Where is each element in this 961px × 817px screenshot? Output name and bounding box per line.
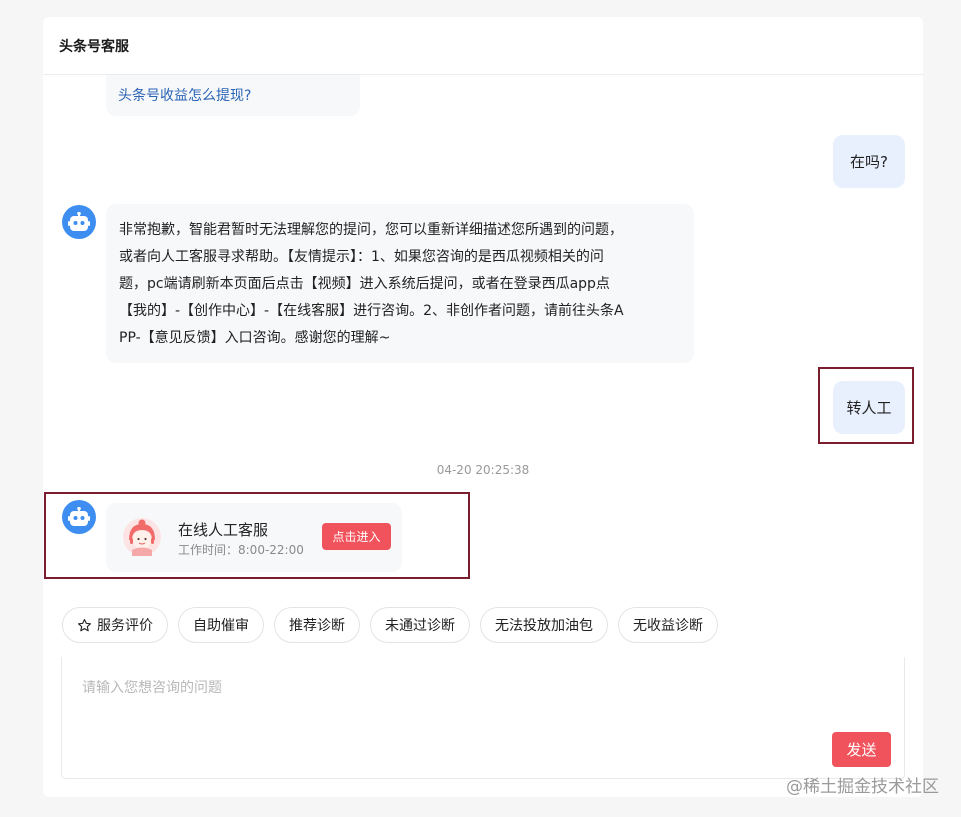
chip-no-revenue-diagnosis[interactable]: 无收益诊断 (618, 607, 718, 643)
message-timestamp: 04-20 20:25:38 (436, 463, 530, 477)
chat-panel: 头条号客服 头条号收益怎么提现? 在吗? 非常抱歉，智能君暂时无法理解您的提问，… (43, 17, 923, 797)
user-message-1-text: 在吗? (850, 153, 888, 171)
robot-icon (68, 507, 90, 526)
bot-reply-bubble: 非常抱歉，智能君暂时无法理解您的提问，您可以重新详细描述您所遇到的问题， 或者向… (106, 204, 694, 363)
bot-reply-line: 【我的】-【创作中心】-【在线客服】进行咨询。2、非创作者问题，请前往头条A (119, 303, 624, 319)
chip-label: 未通过诊断 (385, 618, 455, 634)
chip-label: 推荐诊断 (289, 618, 345, 634)
user-message-1: 在吗? (833, 135, 905, 188)
bot-reply-line: 或者向人工客服寻求帮助。【友情提示】：1、如果您咨询的是西瓜视频相关的问 (119, 249, 604, 265)
message-input[interactable] (62, 657, 904, 737)
suggested-question-link[interactable]: 头条号收益怎么提现? (118, 88, 251, 104)
chip-rejected-diagnosis[interactable]: 未通过诊断 (370, 607, 470, 643)
panel-header: 头条号客服 (43, 17, 923, 75)
chip-self-review-reminder[interactable]: 自助催审 (178, 607, 264, 643)
quick-reply-chips: 服务评价 自助催审 推荐诊断 未通过诊断 无法投放加油包 无收益诊断 (62, 607, 718, 643)
chip-boost-pack-issue[interactable]: 无法投放加油包 (480, 607, 608, 643)
agent-card-title: 在线人工客服 (178, 521, 269, 539)
chip-recommend-diagnosis[interactable]: 推荐诊断 (274, 607, 360, 643)
agent-avatar-icon (123, 518, 161, 556)
chip-label: 自助催审 (193, 618, 249, 634)
message-input-area: 发送 (61, 657, 905, 779)
page-title: 头条号客服 (59, 38, 129, 55)
bot-avatar (62, 500, 96, 534)
enter-agent-button[interactable]: 点击进入 (322, 523, 391, 550)
chip-label: 服务评价 (97, 618, 153, 634)
chip-label: 无收益诊断 (633, 618, 703, 634)
human-agent-card: 在线人工客服 工作时间：8:00-22:00 点击进入 (106, 503, 402, 572)
bot-reply-line: 题，pc端请刷新本页面后点击【视频】进入系统后提问，或者在登录西瓜app点 (119, 276, 610, 292)
bot-reply-line: 非常抱歉，智能君暂时无法理解您的提问，您可以重新详细描述您所遇到的问题， (119, 222, 623, 238)
star-icon (78, 618, 91, 631)
agent-card-hours: 工作时间：8:00-22:00 (178, 543, 304, 557)
chip-label: 无法投放加油包 (495, 618, 593, 634)
watermark: @稀土掘金技术社区 (786, 777, 939, 797)
suggested-question-bubble: 头条号收益怎么提现? (106, 75, 360, 116)
user-message-2-text: 转人工 (846, 399, 892, 417)
send-button[interactable]: 发送 (832, 732, 891, 767)
chip-service-rating[interactable]: 服务评价 (62, 607, 168, 643)
robot-icon (68, 212, 90, 231)
bot-reply-line: PP-【意见反馈】入口咨询。感谢您的理解~ (119, 330, 391, 346)
bot-avatar (62, 205, 96, 239)
user-message-2: 转人工 (833, 381, 905, 434)
